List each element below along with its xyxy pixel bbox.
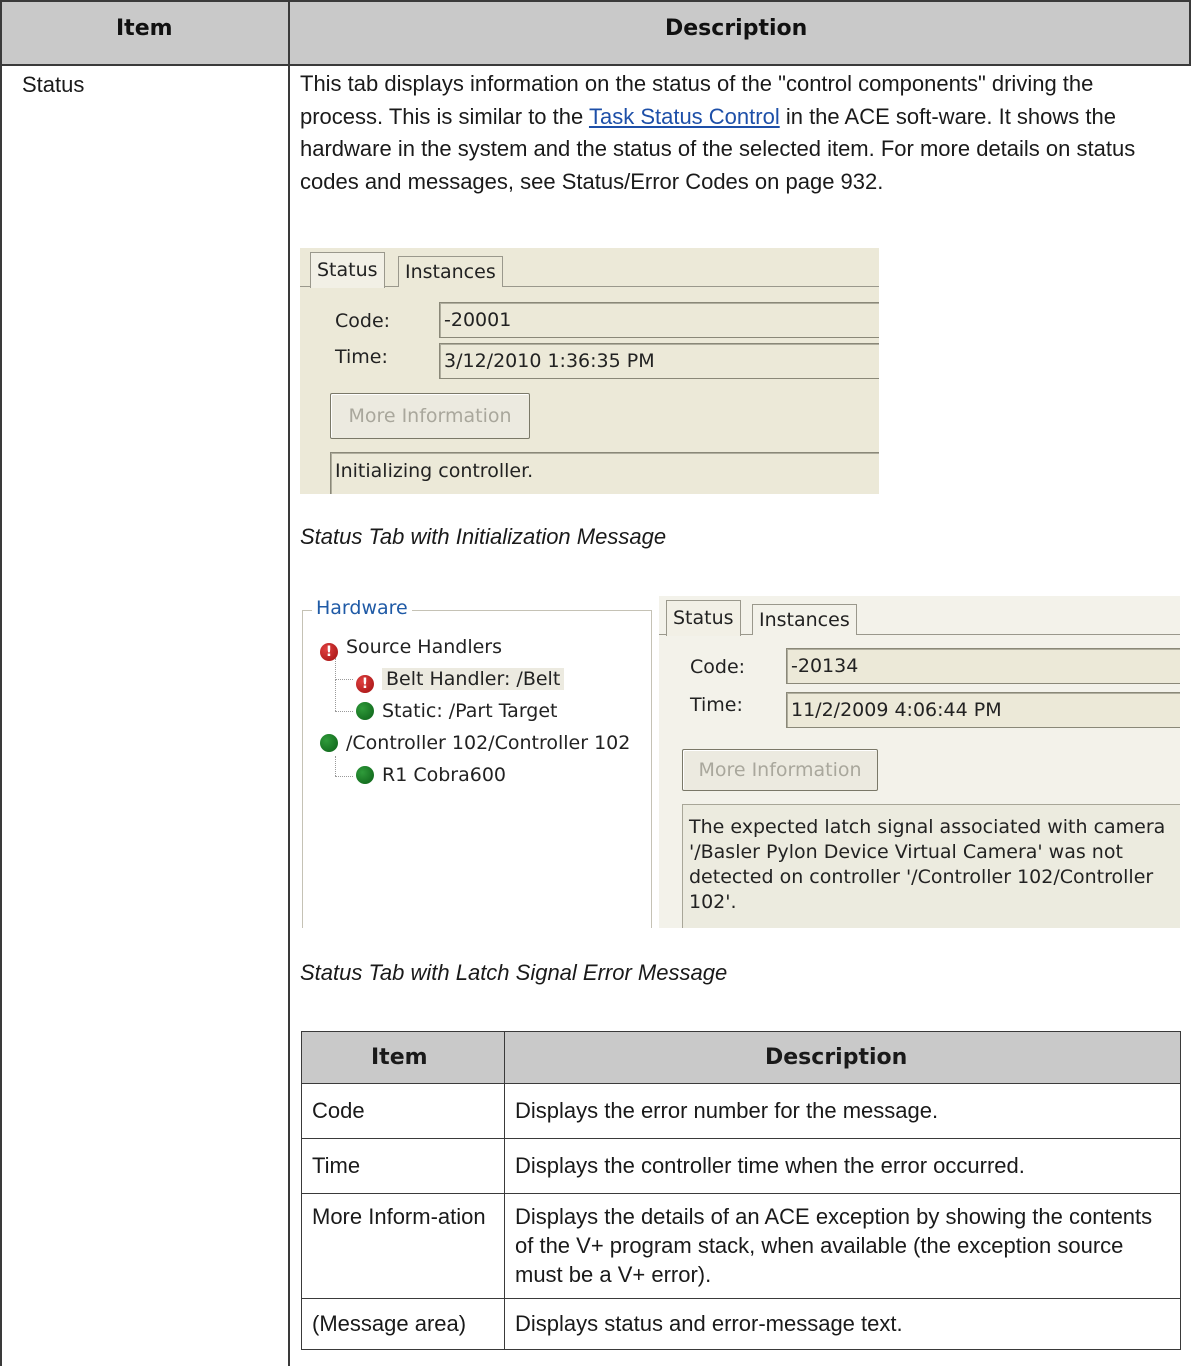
table-row-description: Displays status and error-message text. bbox=[515, 1311, 903, 1336]
table-row-description: Displays the error number for the messag… bbox=[515, 1098, 939, 1123]
column-divider bbox=[288, 0, 290, 1366]
task-status-control-link[interactable]: Task Status Control bbox=[589, 104, 780, 129]
tab-instances[interactable]: Instances bbox=[752, 604, 857, 635]
table-row-description: Displays the details of an ACE exception… bbox=[515, 1204, 1153, 1287]
header-description: Description bbox=[665, 16, 808, 41]
table-row-item: (Message area) bbox=[312, 1311, 467, 1336]
table-header bbox=[1, 1, 1189, 65]
more-information-button[interactable]: More Information bbox=[682, 749, 878, 791]
header-item: Item bbox=[116, 16, 173, 41]
code-label: Code: bbox=[335, 310, 391, 332]
inner-header-description: Description bbox=[765, 1045, 908, 1070]
table-row-description: Displays the controller time when the er… bbox=[515, 1153, 1025, 1178]
border-top bbox=[0, 0, 1191, 2]
table-row-item: Code bbox=[312, 1098, 365, 1123]
header-divider bbox=[0, 64, 1191, 66]
caption-initialization: Status Tab with Initialization Message bbox=[300, 524, 667, 549]
tree-item-controller[interactable]: /Controller 102/Controller 102 bbox=[320, 732, 630, 754]
ok-icon bbox=[356, 702, 374, 720]
more-information-button[interactable]: More Information bbox=[330, 393, 530, 439]
tree-item-robot[interactable]: R1 Cobra600 bbox=[356, 764, 506, 786]
message-area: Initializing controller. bbox=[330, 452, 879, 494]
code-field[interactable]: -20001 bbox=[439, 302, 879, 338]
caption-latch-error: Status Tab with Latch Signal Error Messa… bbox=[300, 960, 728, 985]
status-tab-screenshot-latch-error: Hardware ! Source Handlers ! Belt Handler:… bbox=[300, 596, 1180, 928]
hardware-title: Hardware bbox=[312, 597, 412, 619]
tab-status[interactable]: Status bbox=[666, 600, 741, 636]
status-description-text: This tab displays information on the sta… bbox=[300, 71, 1136, 194]
ok-icon bbox=[356, 766, 374, 784]
time-label: Time: bbox=[690, 694, 743, 716]
border-left bbox=[0, 0, 2, 1366]
time-label: Time: bbox=[335, 346, 388, 368]
message-area: The expected latch signal associated wit… bbox=[682, 804, 1180, 928]
error-icon: ! bbox=[356, 675, 374, 693]
ok-icon bbox=[320, 734, 338, 752]
status-tab-screenshot-initialization: Status Instances Code: -20001 Time: 3/12… bbox=[300, 248, 879, 494]
inner-header-item: Item bbox=[371, 1045, 428, 1070]
code-label: Code: bbox=[690, 656, 746, 678]
tree-item-source-handlers[interactable]: ! Source Handlers bbox=[320, 636, 502, 661]
time-field[interactable]: 11/2/2009 4:06:44 PM bbox=[786, 692, 1180, 728]
inner-table-header bbox=[301, 1031, 1181, 1083]
time-field[interactable]: 3/12/2010 1:36:35 PM bbox=[439, 343, 879, 379]
error-icon: ! bbox=[320, 643, 338, 661]
row-label-status: Status bbox=[22, 72, 85, 97]
table-row-item: More Inform-ation bbox=[312, 1204, 486, 1229]
status-fields-table: Item Description Code Displays the error… bbox=[301, 1031, 1181, 1351]
tab-status[interactable]: Status bbox=[310, 252, 385, 288]
tab-instances[interactable]: Instances bbox=[398, 256, 503, 287]
tree-item-static-target[interactable]: Static: /Part Target bbox=[356, 700, 558, 722]
tree-item-belt-handler[interactable]: ! Belt Handler: /Belt bbox=[356, 668, 565, 693]
status-description-table: Item Description Status This tab display… bbox=[0, 0, 1191, 1366]
code-field[interactable]: -20134 bbox=[786, 648, 1180, 684]
table-row-item: Time bbox=[312, 1153, 361, 1178]
